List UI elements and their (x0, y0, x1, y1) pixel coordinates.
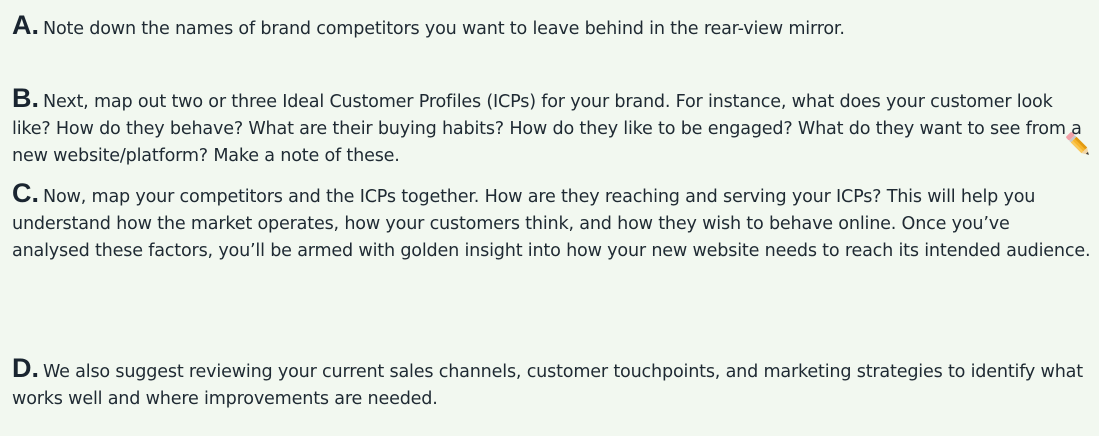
step-c: C. Now, map your competitors and the ICPs… (12, 180, 1092, 265)
step-letter: C. (12, 178, 39, 208)
step-letter: D. (12, 353, 39, 383)
step-a: A. Note down the names of brand competito… (12, 12, 1092, 43)
step-b: B. Next, map out two or three Ideal Custo… (12, 85, 1092, 170)
step-text: Note down the names of brand competitors… (43, 19, 845, 39)
step-text: We also suggest reviewing your current s… (12, 362, 1083, 409)
step-text: Next, map out two or three Ideal Custome… (12, 92, 1082, 166)
step-letter: A. (12, 10, 39, 40)
step-text: Now, map your competitors and the ICPs t… (12, 187, 1091, 261)
step-d: D. We also suggest reviewing your current… (12, 355, 1092, 413)
pencil-icon (1066, 132, 1089, 155)
step-letter: B. (12, 83, 39, 113)
